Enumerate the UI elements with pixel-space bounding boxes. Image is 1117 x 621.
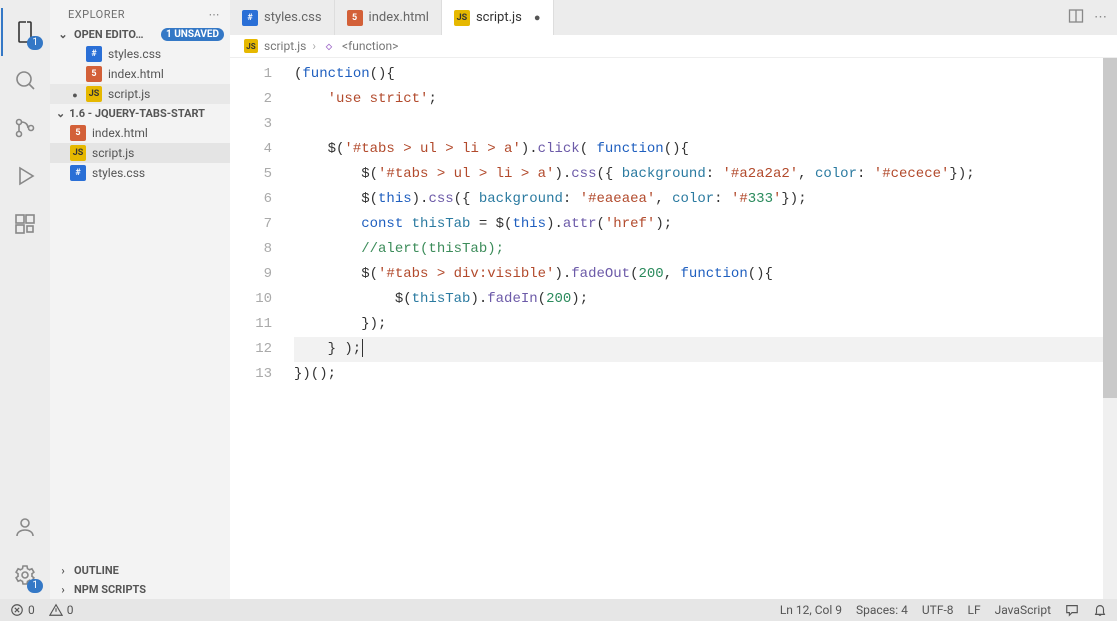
unsaved-badge: 1 UNSAVED	[161, 28, 224, 41]
file-name: index.html	[108, 67, 164, 81]
css-file-icon: #	[86, 46, 102, 62]
activity-extensions[interactable]	[1, 200, 49, 248]
editor-body[interactable]: 12345678910111213 (function(){ 'use stri…	[230, 58, 1117, 599]
scrollbar-thumb[interactable]	[1103, 58, 1117, 398]
tab-index-html[interactable]: 5 index.html	[335, 0, 442, 35]
tab-label: script.js	[476, 10, 522, 25]
status-warnings[interactable]: 0	[49, 603, 74, 617]
breadcrumb-separator-icon: ›	[312, 39, 316, 53]
more-actions-icon[interactable]: ⋯	[1094, 10, 1107, 25]
file-name: styles.css	[108, 47, 161, 61]
open-editor-item[interactable]: JS script.js	[50, 84, 230, 104]
settings-badge: 1	[27, 579, 43, 593]
folder-header[interactable]: ⌄ 1.6 - JQUERY-TABS-START	[50, 104, 230, 123]
editor-area: # styles.css 5 index.html JS script.js ●…	[230, 0, 1117, 599]
chevron-down-icon: ⌄	[56, 28, 70, 41]
js-file-icon: JS	[86, 86, 102, 102]
npm-scripts-header[interactable]: › NPM SCRIPTS	[50, 580, 230, 599]
sidebar-title: EXPLORER	[68, 8, 125, 21]
status-notifications-icon[interactable]	[1093, 603, 1107, 617]
file-name: script.js	[108, 87, 150, 101]
explorer-badge: 1	[27, 36, 43, 50]
status-bar: 0 0 Ln 12, Col 9 Spaces: 4 UTF-8 LF Java…	[0, 599, 1117, 621]
overview-ruler[interactable]	[1103, 58, 1117, 599]
status-encoding[interactable]: UTF-8	[922, 603, 954, 617]
file-name: index.html	[92, 126, 148, 140]
chevron-right-icon: ›	[56, 583, 70, 596]
dirty-indicator: ●	[534, 11, 541, 24]
tab-bar: # styles.css 5 index.html JS script.js ●…	[230, 0, 1117, 35]
file-item[interactable]: 5 index.html	[50, 123, 230, 143]
status-errors[interactable]: 0	[10, 603, 35, 617]
activity-run-debug[interactable]	[1, 152, 49, 200]
activity-settings[interactable]: 1	[1, 551, 49, 599]
npm-scripts-label: NPM SCRIPTS	[74, 583, 146, 596]
outline-header[interactable]: › OUTLINE	[50, 561, 230, 580]
css-file-icon: #	[70, 165, 86, 181]
open-editor-item[interactable]: # styles.css	[50, 44, 230, 64]
sidebar: EXPLORER ⋯ ⌄ OPEN EDITO… 1 UNSAVED # sty…	[50, 0, 230, 599]
tab-label: styles.css	[264, 10, 322, 25]
breadcrumb-symbol: <function>	[342, 39, 398, 53]
dirty-indicator	[70, 87, 80, 101]
folder-label: 1.6 - JQUERY-TABS-START	[69, 107, 205, 120]
outline-label: OUTLINE	[74, 564, 119, 577]
line-number-gutter: 12345678910111213	[230, 58, 286, 599]
activity-search[interactable]	[1, 56, 49, 104]
activity-account[interactable]	[1, 503, 49, 551]
js-file-icon: JS	[244, 39, 258, 53]
status-eol[interactable]: LF	[968, 603, 981, 617]
status-feedback-icon[interactable]	[1065, 603, 1079, 617]
breadcrumb[interactable]: JS script.js › ◇ <function>	[230, 35, 1117, 58]
sidebar-more-icon[interactable]: ⋯	[209, 8, 221, 21]
open-editors-label: OPEN EDITO…	[74, 28, 144, 41]
chevron-down-icon: ⌄	[56, 107, 65, 120]
html-file-icon: 5	[70, 125, 86, 141]
tab-label: index.html	[369, 10, 429, 25]
chevron-right-icon: ›	[56, 564, 70, 577]
open-editors-header[interactable]: ⌄ OPEN EDITO… 1 UNSAVED	[50, 25, 230, 44]
breadcrumb-file: script.js	[264, 39, 306, 53]
split-editor-icon[interactable]	[1068, 8, 1084, 28]
tab-script-js[interactable]: JS script.js ●	[442, 0, 554, 35]
code-content[interactable]: (function(){ 'use strict'; $('#tabs > ul…	[286, 58, 1117, 599]
css-file-icon: #	[242, 10, 258, 26]
activity-bar: 1 1	[0, 0, 50, 599]
html-file-icon: 5	[86, 66, 102, 82]
status-cursor-position[interactable]: Ln 12, Col 9	[780, 603, 842, 617]
file-item[interactable]: JS script.js	[50, 143, 230, 163]
file-name: script.js	[92, 146, 134, 160]
status-language[interactable]: JavaScript	[995, 603, 1051, 617]
symbol-method-icon: ◇	[322, 39, 336, 53]
activity-source-control[interactable]	[1, 104, 49, 152]
js-file-icon: JS	[70, 145, 86, 161]
open-editor-item[interactable]: 5 index.html	[50, 64, 230, 84]
js-file-icon: JS	[454, 10, 470, 26]
file-name: styles.css	[92, 166, 145, 180]
html-file-icon: 5	[347, 10, 363, 26]
file-item[interactable]: # styles.css	[50, 163, 230, 183]
activity-explorer[interactable]: 1	[1, 8, 49, 56]
status-indentation[interactable]: Spaces: 4	[856, 603, 908, 617]
tab-styles-css[interactable]: # styles.css	[230, 0, 335, 35]
